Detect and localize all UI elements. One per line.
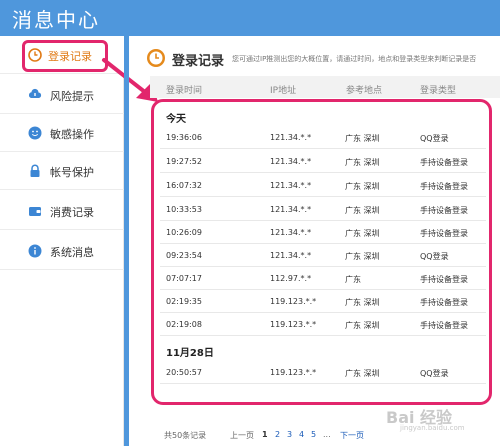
sidebar-item-label: 敏感操作 [50,128,94,141]
page-description: 您可通过IP推测出您的大概位置，请通过时间，地点和登录类型来判断记录是否 [232,55,477,63]
highlight-box [22,40,108,72]
column-header-time: 登录时间 [166,86,203,96]
prev-page-link[interactable]: 上一页 [230,430,254,441]
page-title: 登录记录 [172,54,225,69]
sidebar-item-label: 消费记录 [50,206,94,219]
pager-ellipsis: ... [323,430,331,439]
smiley-icon [28,126,42,140]
lock-icon [28,164,42,178]
sidebar-item-label: 帐号保护 [50,166,94,179]
sidebar-item-account-protection[interactable]: 帐号保护 [0,152,124,190]
table-header: 登录时间 IP地址 参考地点 登录类型 [150,76,500,98]
clock-icon [146,48,166,68]
watermark-site: jingyan.baidu.com [400,424,465,432]
column-header-type: 登录类型 [420,86,457,96]
cloud-warning-icon [28,88,42,102]
top-bar: 消息中心 [0,0,500,36]
section-header: 登录记录 您可通过IP推测出您的大概位置，请通过时间，地点和登录类型来判断记录是… [138,44,500,72]
info-icon [28,244,42,258]
next-page-link[interactable]: 下一页 [340,430,364,441]
total-count: 共50条记录 [164,431,207,440]
sidebar-item-system-messages[interactable]: 系统消息 [0,232,124,270]
sidebar-item-label: 风险提示 [50,90,94,103]
wallet-icon [28,204,42,218]
sidebar-item-sensitive-ops[interactable]: 敏感操作 [0,114,124,152]
column-header-ip: IP地址 [270,86,297,96]
column-header-location: 参考地点 [346,86,383,96]
page-link-2[interactable]: 2 [275,430,280,439]
page-link-4[interactable]: 4 [299,430,304,439]
annotation-highlight-frame [151,99,492,405]
page-link-5[interactable]: 5 [311,430,316,439]
sidebar-item-consumption-records[interactable]: 消费记录 [0,192,124,230]
sidebar-item-label: 系统消息 [50,246,94,259]
app-title: 消息中心 [12,8,100,32]
page-link-1[interactable]: 1 [262,430,268,439]
page-link-3[interactable]: 3 [287,430,292,439]
sidebar-divider [124,36,129,446]
